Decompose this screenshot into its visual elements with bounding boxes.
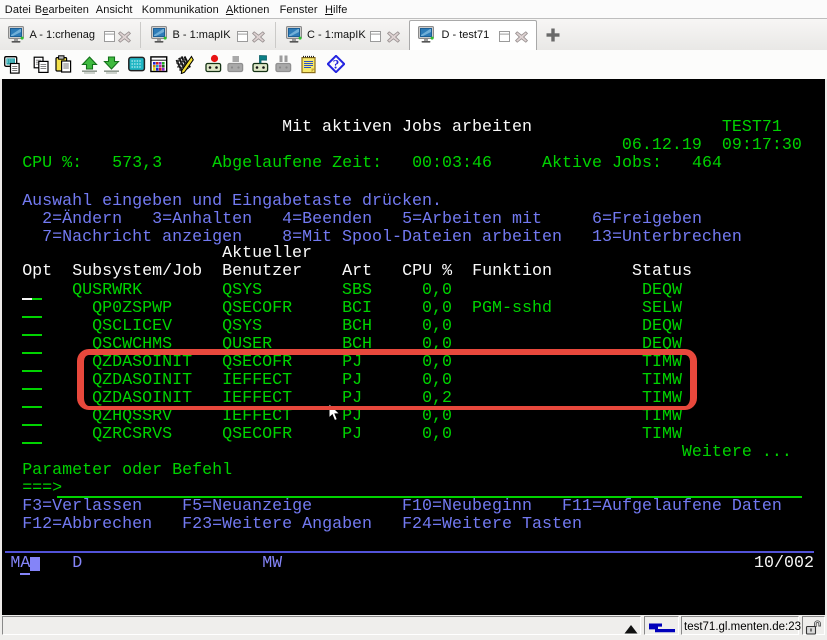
- svg-text:?: ?: [333, 56, 340, 71]
